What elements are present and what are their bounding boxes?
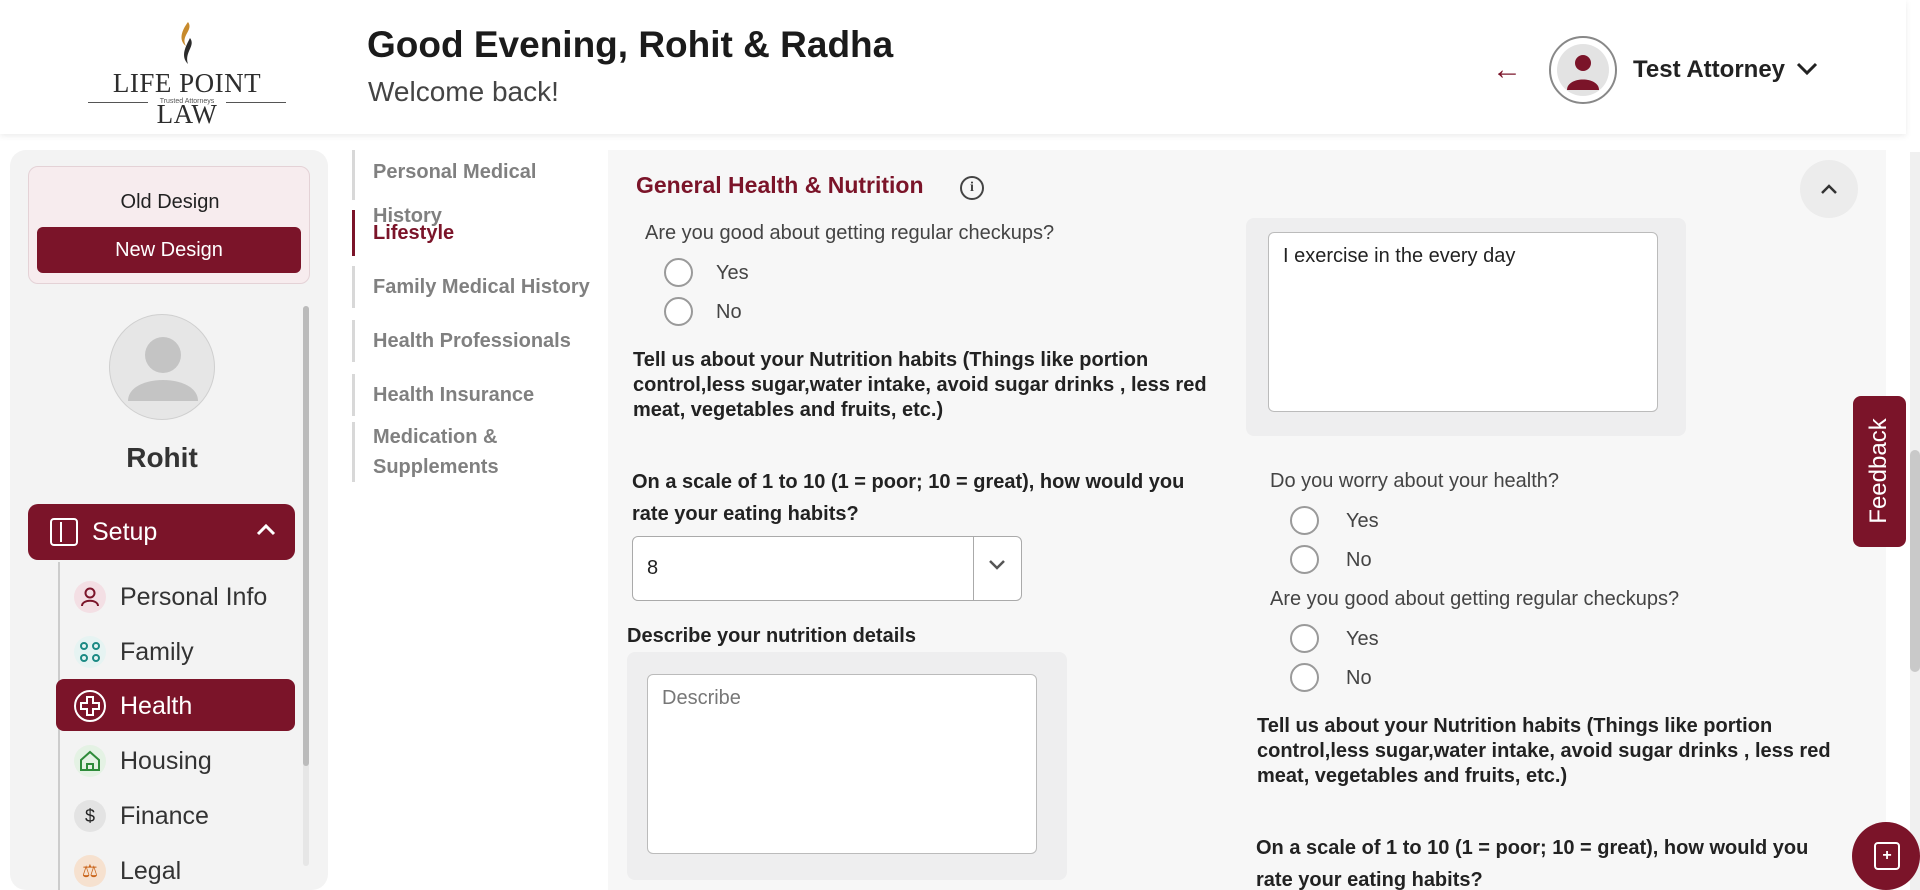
eating-habits-value: 8 bbox=[647, 557, 659, 579]
brand-logo[interactable]: LIFE POINT LAW Trusted Attorneys bbox=[84, 20, 290, 129]
sidebar-item-label: Legal bbox=[120, 857, 182, 885]
arrow-left-icon[interactable]: ← bbox=[1492, 52, 1522, 88]
setup-label: Setup bbox=[92, 518, 158, 546]
family-icon bbox=[74, 636, 106, 668]
select-divider bbox=[973, 537, 974, 600]
sidebar-item-legal[interactable]: ⚖ Legal bbox=[56, 844, 295, 890]
nutrition-details-panel bbox=[627, 652, 1067, 880]
profile-name: Rohit bbox=[126, 442, 198, 473]
setup-icon bbox=[50, 518, 78, 546]
nutrition-details-label: Describe your nutrition details bbox=[627, 625, 916, 647]
person-placeholder-icon bbox=[128, 337, 198, 401]
chevron-down-icon bbox=[987, 555, 1007, 578]
chevron-up-icon bbox=[256, 520, 276, 543]
subnav-family-medical-history[interactable]: Family Medical History bbox=[352, 266, 602, 308]
sidebar-item-family[interactable]: Family bbox=[56, 625, 295, 677]
profile-avatar[interactable] bbox=[109, 314, 215, 420]
question-worry-health: Do you worry about your health? bbox=[1270, 470, 1560, 492]
sidebar-scroll-thumb[interactable] bbox=[303, 306, 309, 766]
top-header: LIFE POINT LAW Trusted Attorneys Good Ev… bbox=[0, 0, 1906, 134]
sidebar-item-label: Health bbox=[120, 692, 193, 720]
home-icon bbox=[74, 745, 106, 777]
main-content: General Health & Nutrition i Are you goo… bbox=[608, 150, 1886, 890]
subnav-health-insurance[interactable]: Health Insurance bbox=[352, 374, 602, 416]
sidebar-item-label: Finance bbox=[120, 802, 209, 830]
subnav-personal-medical-history[interactable]: Personal Medical History bbox=[352, 150, 602, 227]
subnav-medication-supplements[interactable]: Medication & Supplements bbox=[352, 422, 592, 482]
info-icon[interactable]: i bbox=[960, 176, 984, 200]
new-design-button[interactable]: New Design bbox=[37, 227, 301, 273]
flame-logo-icon bbox=[181, 22, 192, 64]
page-scroll-thumb[interactable] bbox=[1910, 450, 1920, 672]
subnav-lifestyle[interactable]: Lifestyle bbox=[352, 210, 602, 256]
eating-habits-scale-question-right: On a scale of 1 to 10 (1 = poor; 10 = gr… bbox=[1256, 837, 1809, 890]
radio-checkups-right-no[interactable]: No bbox=[1290, 661, 1410, 695]
sidebar-item-personal-info[interactable]: Personal Info bbox=[56, 570, 295, 622]
collapse-button[interactable] bbox=[1800, 160, 1858, 218]
sidebar-item-housing[interactable]: Housing bbox=[56, 734, 295, 786]
calendar-plus-icon: + bbox=[1874, 842, 1900, 870]
radio-checkups-no[interactable]: No bbox=[664, 295, 784, 329]
section-title: General Health & Nutrition bbox=[636, 172, 924, 198]
calendar-add-button[interactable]: + bbox=[1852, 822, 1920, 890]
nutrition-habits-prompt: Tell us about your Nutrition habits (Thi… bbox=[633, 349, 1207, 421]
subnav-health-professionals[interactable]: Health Professionals bbox=[352, 320, 602, 362]
sidebar-item-health[interactable]: Health bbox=[56, 679, 295, 731]
eating-habits-select[interactable]: 8 bbox=[632, 536, 1022, 601]
user-avatar[interactable] bbox=[1549, 36, 1617, 104]
feedback-label: Feedback bbox=[1865, 418, 1892, 524]
legal-icon: ⚖ bbox=[74, 855, 106, 887]
user-name[interactable]: Test Attorney bbox=[1633, 56, 1785, 84]
old-design-button[interactable]: Old Design bbox=[29, 191, 311, 214]
logo-divider bbox=[226, 102, 286, 103]
sidebar-item-label: Personal Info bbox=[120, 583, 268, 611]
left-sidebar: Old Design New Design Rohit Setup Person… bbox=[10, 150, 328, 890]
page-greeting: Good Evening, Rohit & Radha bbox=[367, 24, 894, 65]
radio-checkups-yes[interactable]: Yes bbox=[664, 256, 784, 290]
dollar-icon: $ bbox=[74, 800, 106, 832]
chevron-down-icon[interactable] bbox=[1796, 56, 1818, 82]
health-subnav: Personal Medical History Lifestyle Famil… bbox=[350, 150, 610, 890]
health-cross-icon bbox=[74, 690, 106, 722]
sidebar-item-label: Housing bbox=[120, 747, 212, 775]
design-toggle: Old Design New Design bbox=[28, 166, 310, 284]
page-subtitle: Welcome back! bbox=[368, 76, 559, 107]
nutrition-habits-prompt-right: Tell us about your Nutrition habits (Thi… bbox=[1257, 715, 1831, 787]
person-icon bbox=[1567, 55, 1599, 90]
sidebar-item-finance[interactable]: $ Finance bbox=[56, 789, 295, 841]
feedback-tab[interactable]: Feedback bbox=[1853, 396, 1906, 547]
chevron-up-icon bbox=[1821, 184, 1837, 194]
eating-habits-scale-question: On a scale of 1 to 10 (1 = poor; 10 = gr… bbox=[632, 471, 1185, 525]
exercise-textarea[interactable]: I exercise in the every day bbox=[1268, 232, 1658, 412]
nutrition-details-textarea[interactable] bbox=[647, 674, 1037, 854]
setup-section-toggle[interactable]: Setup bbox=[28, 504, 295, 560]
radio-worry-no[interactable]: No bbox=[1290, 543, 1410, 577]
radio-worry-yes[interactable]: Yes bbox=[1290, 504, 1410, 538]
sidebar-item-label: Family bbox=[120, 638, 194, 666]
radio-checkups-right-yes[interactable]: Yes bbox=[1290, 622, 1410, 656]
exercise-panel: I exercise in the every day bbox=[1246, 218, 1686, 436]
person-icon bbox=[74, 581, 106, 613]
question-checkups-right: Are you good about getting regular check… bbox=[1270, 588, 1680, 610]
question-checkups: Are you good about getting regular check… bbox=[645, 222, 1055, 244]
